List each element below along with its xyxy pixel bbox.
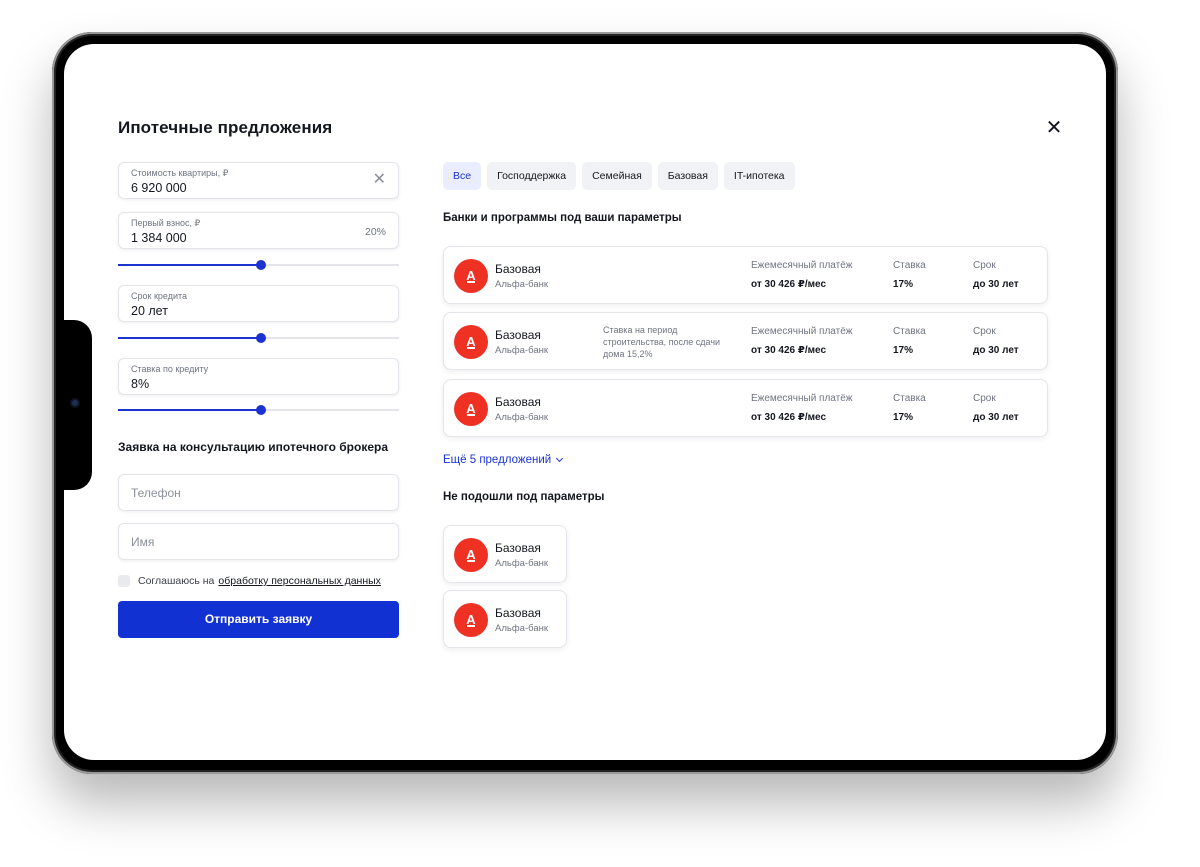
offer-program: Базовая (495, 541, 541, 555)
unmatched-offer-card[interactable]: А Базовая Альфа-банк (443, 525, 567, 583)
submit-button[interactable]: Отправить заявку (118, 601, 399, 638)
offer-program: Базовая (495, 606, 541, 620)
rate-label: Ставка (893, 260, 926, 271)
page-title: Ипотечные предложения (118, 118, 333, 137)
tab-it-mortgage[interactable]: IT-ипотека (723, 162, 795, 190)
phone-input[interactable] (118, 474, 399, 511)
alfa-bank-logo-icon: А (454, 325, 488, 359)
slider-fill (118, 337, 262, 339)
offer-card[interactable]: А Базовая Альфа-банк Ежемесячный платёж … (443, 246, 1048, 304)
alfa-bank-logo-icon: А (454, 603, 488, 637)
price-value: 6 920 000 (131, 181, 187, 195)
camera-icon (70, 398, 80, 408)
down-payment-percent: 20% (364, 226, 386, 238)
term-label: Срок (973, 393, 996, 404)
term-label: Срок (973, 326, 996, 337)
rate-label: Ставка (893, 326, 926, 337)
broker-form-title: Заявка на консультацию ипотечного брокер… (118, 440, 388, 454)
show-more-offers-link[interactable]: Ещё 5 предложений (443, 454, 564, 466)
offer-program: Базовая (495, 328, 541, 342)
rate-value: 17% (893, 345, 914, 356)
payment-value: от 30 426 ₽/мес (751, 279, 827, 290)
offer-card[interactable]: А Базовая Альфа-банк Ежемесячный платёж … (443, 379, 1048, 437)
slider-fill (118, 409, 262, 411)
tab-basic[interactable]: Базовая (657, 162, 718, 190)
rate-label: Ставка (893, 393, 926, 404)
consent-text: Соглашаюсь на (138, 575, 215, 587)
personal-data-link[interactable]: обработку персональных данных (218, 575, 381, 587)
offer-bank: Альфа-банк (495, 623, 549, 634)
name-input[interactable] (118, 523, 399, 560)
consent-row: Соглашаюсь на обработку персональных дан… (118, 574, 381, 588)
loan-term-label: Срок кредита (131, 291, 188, 301)
matched-section-title: Банки и программы под ваши параметры (443, 212, 682, 224)
term-value: до 30 лет (973, 412, 1019, 423)
loan-term-field[interactable]: Срок кредита 20 лет (118, 285, 399, 322)
program-tabs: Все Господдержка Семейная Базовая IT-ипо… (443, 162, 795, 190)
slider-thumb[interactable] (256, 333, 267, 343)
unmatched-section-title: Не подошли под параметры (443, 491, 605, 503)
offer-card[interactable]: А Базовая Альфа-банк Ставка на период ст… (443, 312, 1048, 370)
rate-value: 17% (893, 279, 914, 290)
mortgage-offers-modal: Ипотечные предложения ✕ Стоимость кварти… (64, 44, 1106, 760)
chevron-down-icon (556, 454, 564, 463)
alfa-bank-logo-icon: А (454, 538, 488, 572)
offer-bank: Альфа-банк (495, 412, 549, 423)
price-field[interactable]: Стоимость квартиры, ₽ 6 920 000 ✕ (118, 162, 399, 199)
down-payment-value: 1 384 000 (131, 231, 187, 245)
close-icon[interactable]: ✕ (1044, 118, 1064, 138)
term-value: до 30 лет (973, 345, 1019, 356)
interest-rate-field[interactable]: Ставка по кредиту 8% (118, 358, 399, 395)
slider-fill (118, 264, 262, 266)
payment-label: Ежемесячный платёж (751, 393, 853, 404)
unmatched-offer-card[interactable]: А Базовая Альфа-банк (443, 590, 567, 648)
interest-rate-value: 8% (131, 377, 150, 391)
price-label: Стоимость квартиры, ₽ (131, 168, 229, 178)
offer-bank: Альфа-банк (495, 558, 549, 569)
clear-icon[interactable]: ✕ (373, 172, 386, 188)
slider-thumb[interactable] (256, 260, 267, 270)
tab-family[interactable]: Семейная (582, 162, 652, 190)
show-more-label: Ещё 5 предложений (443, 454, 552, 466)
down-payment-label: Первый взнос, ₽ (131, 218, 201, 228)
term-label: Срок (973, 260, 996, 271)
offer-program: Базовая (495, 262, 541, 276)
payment-value: от 30 426 ₽/мес (751, 412, 827, 423)
offer-bank: Альфа-банк (495, 279, 549, 290)
interest-rate-label: Ставка по кредиту (131, 364, 209, 374)
down-payment-slider[interactable] (118, 260, 399, 270)
loan-term-slider[interactable] (118, 333, 399, 343)
down-payment-field[interactable]: Первый взнос, ₽ 1 384 000 20% (118, 212, 399, 249)
loan-term-value: 20 лет (131, 304, 168, 318)
alfa-bank-logo-icon: А (454, 392, 488, 426)
offer-note: Ставка на период строительства, после сд… (603, 325, 721, 359)
payment-label: Ежемесячный платёж (751, 326, 853, 337)
interest-rate-slider[interactable] (118, 405, 399, 415)
payment-label: Ежемесячный платёж (751, 260, 853, 271)
offer-program: Базовая (495, 395, 541, 409)
alfa-bank-logo-icon: А (454, 259, 488, 293)
offer-bank: Альфа-банк (495, 345, 549, 356)
slider-thumb[interactable] (256, 405, 267, 415)
consent-checkbox[interactable] (118, 575, 130, 587)
tab-state-support[interactable]: Господдержка (487, 162, 577, 190)
payment-value: от 30 426 ₽/мес (751, 345, 827, 356)
rate-value: 17% (893, 412, 914, 423)
tab-all[interactable]: Все (443, 162, 482, 190)
term-value: до 30 лет (973, 279, 1019, 290)
